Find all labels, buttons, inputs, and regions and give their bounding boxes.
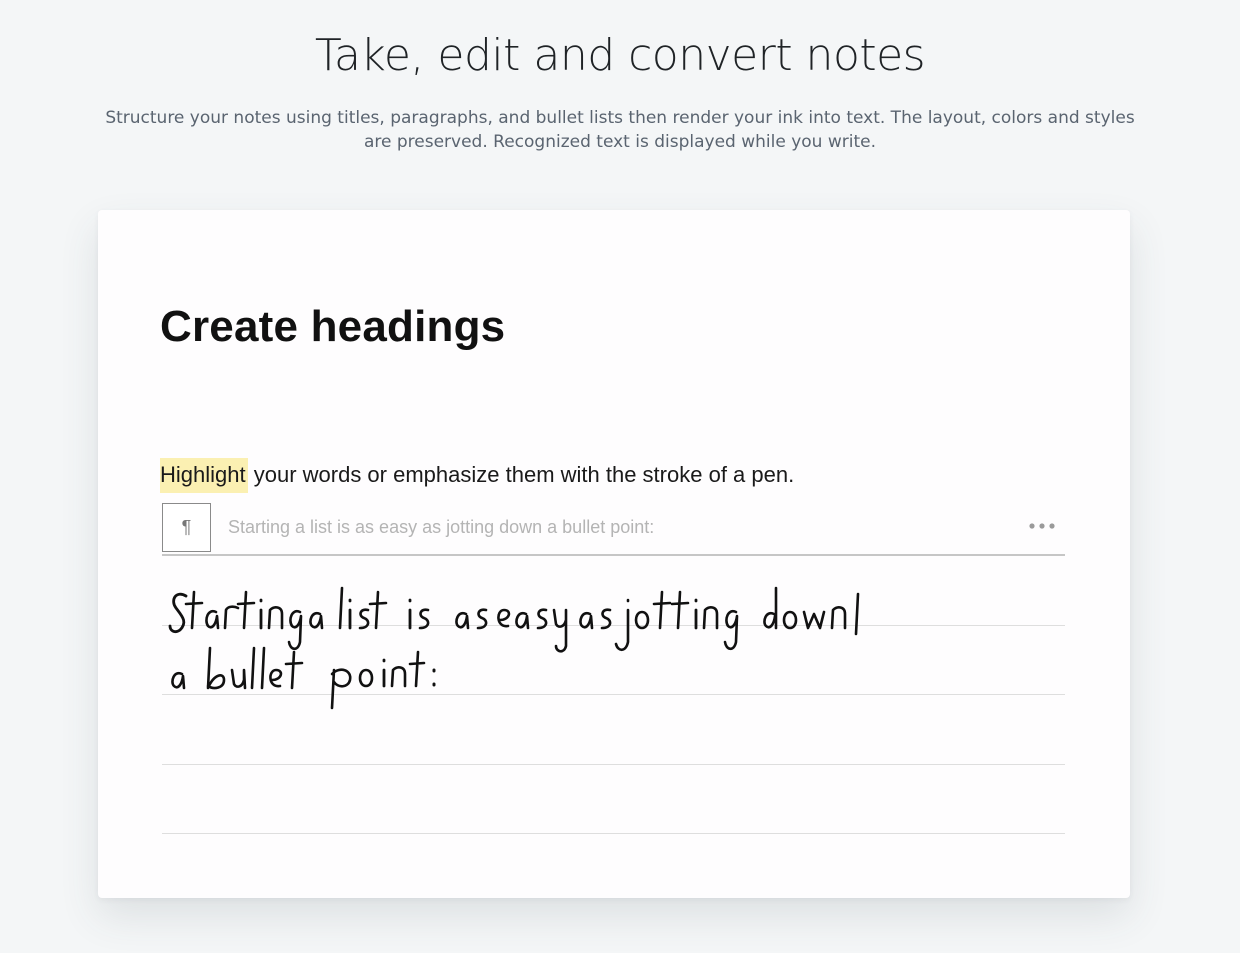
pilcrow-icon: ¶ <box>181 517 192 537</box>
editor-paragraph[interactable]: Highlight your words or emphasize them w… <box>160 458 795 493</box>
writing-guide-line <box>162 833 1065 834</box>
highlighted-word: Highlight <box>160 458 248 493</box>
editor-heading[interactable]: Create headings <box>160 302 505 352</box>
recognized-text-preview: Starting a list is as easy as jotting do… <box>228 517 655 537</box>
ellipsis-icon <box>1029 523 1055 529</box>
handwriting-ink[interactable] <box>162 570 1065 710</box>
page-subtitle: Structure your notes using titles, parag… <box>105 108 1135 152</box>
writing-guide-line <box>162 764 1065 765</box>
more-options-button[interactable] <box>1027 513 1057 539</box>
page-title: Take, edit and convert notes <box>314 30 926 81</box>
editor-card[interactable]: Create headings Highlight your words or … <box>98 210 1130 898</box>
paragraph-type-button[interactable]: ¶ <box>162 503 211 552</box>
recognition-bar: ¶ Starting a list is as easy as jotting … <box>162 503 1065 556</box>
paragraph-text: your words or emphasize them with the st… <box>247 462 795 487</box>
